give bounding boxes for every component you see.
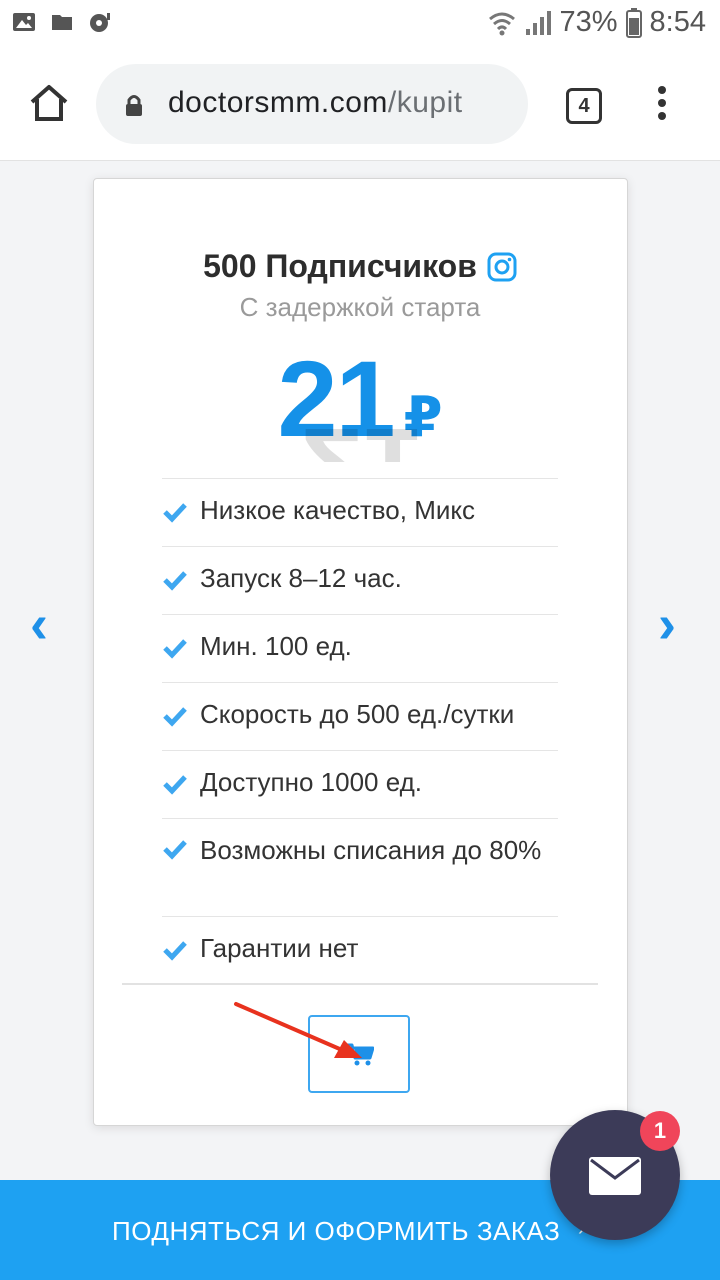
check-icon	[163, 775, 187, 795]
url-domain: doctorsmm.com	[168, 86, 388, 119]
check-icon	[163, 503, 187, 523]
battery-percent: 73%	[559, 6, 618, 38]
feature-item: Возможны списания до 80%	[162, 818, 558, 916]
order-bar-label: ПОДНЯТЬСЯ И ОФОРМИТЬ ЗАКАЗ	[112, 1216, 561, 1246]
check-icon	[163, 707, 187, 727]
feature-item: Запуск 8–12 час.	[162, 546, 558, 614]
price: 21 ₽	[0, 336, 720, 461]
feature-item: Гарантии нет	[162, 916, 558, 984]
wifi-icon	[488, 12, 515, 35]
media-icon	[90, 13, 110, 32]
feature-item: Доступно 1000 ед.	[162, 750, 558, 818]
signal-icon	[525, 10, 551, 35]
chat-unread-badge: 1	[640, 1111, 680, 1151]
carousel-prev-button[interactable]: ‹	[30, 596, 48, 652]
address-bar[interactable]: doctorsmm.com/kupit	[96, 64, 528, 144]
card-title-text: 500 Подписчиков	[203, 248, 477, 284]
price-value: 21	[277, 338, 395, 459]
status-bar: 73% 8:54	[0, 0, 720, 48]
annotation-arrow	[234, 1002, 362, 1058]
browser-toolbar: doctorsmm.com/kupit 4	[0, 48, 720, 161]
mail-icon	[589, 1157, 641, 1195]
feature-text: Запуск 8–12 час.	[200, 563, 402, 593]
card-divider	[122, 983, 598, 985]
gallery-icon	[13, 13, 35, 31]
instagram-icon	[487, 252, 517, 281]
feature-item: Скорость до 500 ед./сутки	[162, 682, 558, 750]
status-system-icons: 73% 8:54	[488, 6, 706, 39]
check-icon	[163, 840, 187, 860]
card-title: 500 Подписчиков	[0, 248, 720, 285]
feature-text: Гарантии нет	[200, 933, 359, 963]
feature-item: Мин. 100 ед.	[162, 614, 558, 682]
feature-item: Низкое качество, Микс	[162, 478, 558, 546]
tabs-button[interactable]: 4	[566, 88, 602, 124]
feature-text: Низкое качество, Микс	[200, 495, 476, 525]
feature-list: Низкое качество, Микс Запуск 8–12 час. М…	[162, 478, 558, 984]
check-icon	[163, 571, 187, 591]
home-icon[interactable]	[28, 82, 70, 124]
check-icon	[163, 941, 187, 961]
carousel-next-button[interactable]: ›	[658, 596, 676, 652]
feature-text: Доступно 1000 ед.	[200, 767, 423, 797]
url-text[interactable]: doctorsmm.com/kupit	[168, 86, 463, 120]
lock-icon	[126, 95, 142, 116]
feature-text: Мин. 100 ед.	[200, 631, 352, 661]
battery-icon	[625, 7, 642, 38]
check-icon	[163, 639, 187, 659]
clock: 8:54	[649, 6, 706, 38]
menu-icon[interactable]	[652, 86, 672, 126]
feature-text: Скорость до 500 ед./сутки	[200, 699, 515, 729]
feature-text: Возможны списания до 80%	[200, 835, 542, 865]
folder-icon	[52, 15, 72, 30]
status-notification-icons	[12, 10, 112, 34]
card-subtitle: С задержкой старта	[239, 292, 481, 322]
url-path: /kupit	[387, 86, 463, 119]
price-currency: ₽	[403, 385, 443, 448]
